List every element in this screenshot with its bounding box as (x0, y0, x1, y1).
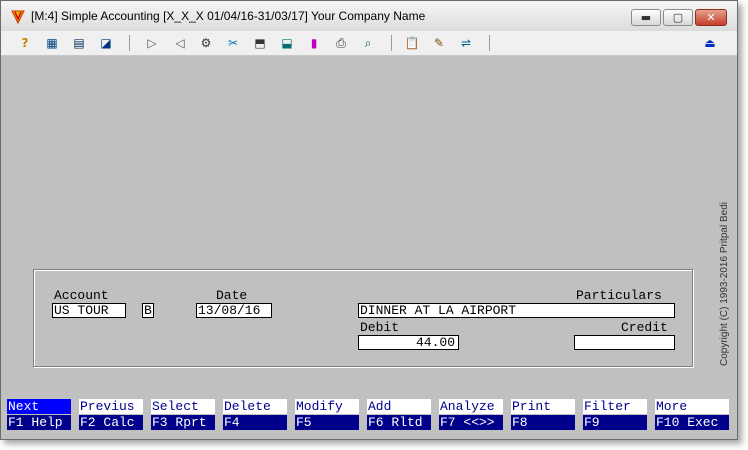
fkey-shortcut: F10 Exec (655, 415, 729, 430)
fkey-shortcut: F9 (583, 415, 647, 430)
toolbar-separator (391, 35, 392, 51)
fkey-label: Add (367, 399, 431, 414)
debit-field[interactable]: 44.00 (358, 335, 459, 350)
fkey-more-button[interactable]: More F10 Exec (655, 399, 729, 431)
copyright-text: Copyright (C) 1993-2016 Pritpal Bedi (719, 202, 730, 366)
main-window: [M:4] Simple Accounting [X_X_X 01/04/16-… (0, 0, 738, 440)
fkey-print-button[interactable]: Print F8 (511, 399, 575, 431)
date-label: Date (216, 288, 248, 304)
account-label: Account (54, 288, 109, 304)
fkey-next-button[interactable]: Next F1 Help (7, 399, 71, 431)
toolbar-separator (489, 35, 490, 51)
tools-icon[interactable]: ✂ (224, 34, 242, 52)
wizard-icon[interactable]: ✎ (430, 34, 448, 52)
chart-icon[interactable]: ◪ (97, 34, 115, 52)
fkey-shortcut: F3 Rprt (151, 415, 215, 430)
particulars-label: Particulars (576, 288, 662, 304)
fkey-label: Next (7, 399, 71, 414)
entry-panel (33, 269, 693, 367)
title-bar[interactable]: [M:4] Simple Accounting [X_X_X 01/04/16-… (1, 1, 737, 32)
debit-label: Debit (360, 320, 400, 336)
settings-icon[interactable]: ⚙ (197, 34, 215, 52)
fkey-label: Print (511, 399, 575, 414)
back-icon[interactable]: ◁ (171, 34, 189, 52)
maximize-button[interactable]: ▢ (663, 9, 693, 26)
fkey-shortcut: F4 (223, 415, 287, 430)
app-logo-icon (11, 9, 25, 25)
close-button[interactable]: ✕ (695, 9, 727, 26)
fkey-delete-button[interactable]: Delete F4 (223, 399, 287, 431)
fkey-shortcut: F1 Help (7, 415, 71, 430)
fkey-analyze-button[interactable]: Analyze F7 <<>> (439, 399, 503, 431)
fkey-shortcut: F8 (511, 415, 575, 430)
clipboard-icon[interactable]: 📋 (403, 34, 421, 52)
grid-icon[interactable]: ▦ (43, 34, 61, 52)
fkey-label: Delete (223, 399, 287, 414)
fkey-previous-button[interactable]: Previus F2 Calc (79, 399, 143, 431)
toolbar-separator (129, 35, 130, 51)
date-field[interactable]: 13/08/16 (196, 303, 272, 318)
bar-chart-icon[interactable]: ▮ (305, 34, 323, 52)
fkey-label: Previus (79, 399, 143, 414)
export-icon[interactable]: ⬓ (278, 34, 296, 52)
calendar-icon[interactable]: ▤ (70, 34, 88, 52)
account-type-field[interactable]: B (142, 303, 154, 318)
exit-icon[interactable]: ⏏ (701, 34, 719, 52)
close-icon: ✕ (706, 11, 716, 24)
toggle-icon[interactable]: ⇌ (457, 34, 475, 52)
forward-icon[interactable]: ▷ (143, 34, 161, 52)
fkey-shortcut: F6 Rltd (367, 415, 431, 430)
minimize-button[interactable]: ▬ (631, 9, 661, 26)
fkey-label: Analyze (439, 399, 503, 414)
credit-label: Credit (621, 320, 668, 336)
fkey-label: Modify (295, 399, 359, 414)
help-icon[interactable]: ? (16, 34, 34, 52)
window-title: [M:4] Simple Accounting [X_X_X 01/04/16-… (31, 9, 426, 23)
fkey-select-button[interactable]: Select F3 Rprt (151, 399, 215, 431)
account-field[interactable]: US TOUR (52, 303, 126, 318)
fkey-filter-button[interactable]: Filter F9 (583, 399, 647, 431)
fkey-shortcut: F2 Calc (79, 415, 143, 430)
fkey-shortcut: F5 (295, 415, 359, 430)
fkey-label: Filter (583, 399, 647, 414)
fkey-label: More (655, 399, 729, 414)
minimize-icon: ▬ (640, 11, 652, 24)
fkey-modify-button[interactable]: Modify F5 (295, 399, 359, 431)
maximize-icon: ▢ (672, 11, 684, 24)
particulars-field[interactable]: DINNER AT LA AIRPORT (358, 303, 675, 318)
toolbar: ? ▦ ▤ ◪ ▷ ◁ ⚙ ✂ ⬒ ⬓ ▮ ⎙ ⌕ 📋 ✎ ⇌ ⏏ (1, 31, 737, 56)
search-icon[interactable]: ⌕ (359, 34, 377, 52)
credit-field[interactable] (574, 335, 675, 350)
fkey-shortcut: F7 <<>> (439, 415, 503, 430)
fkey-label: Select (151, 399, 215, 414)
fkey-add-button[interactable]: Add F6 Rltd (367, 399, 431, 431)
import-icon[interactable]: ⬒ (251, 34, 269, 52)
printer-icon[interactable]: ⎙ (332, 34, 350, 52)
